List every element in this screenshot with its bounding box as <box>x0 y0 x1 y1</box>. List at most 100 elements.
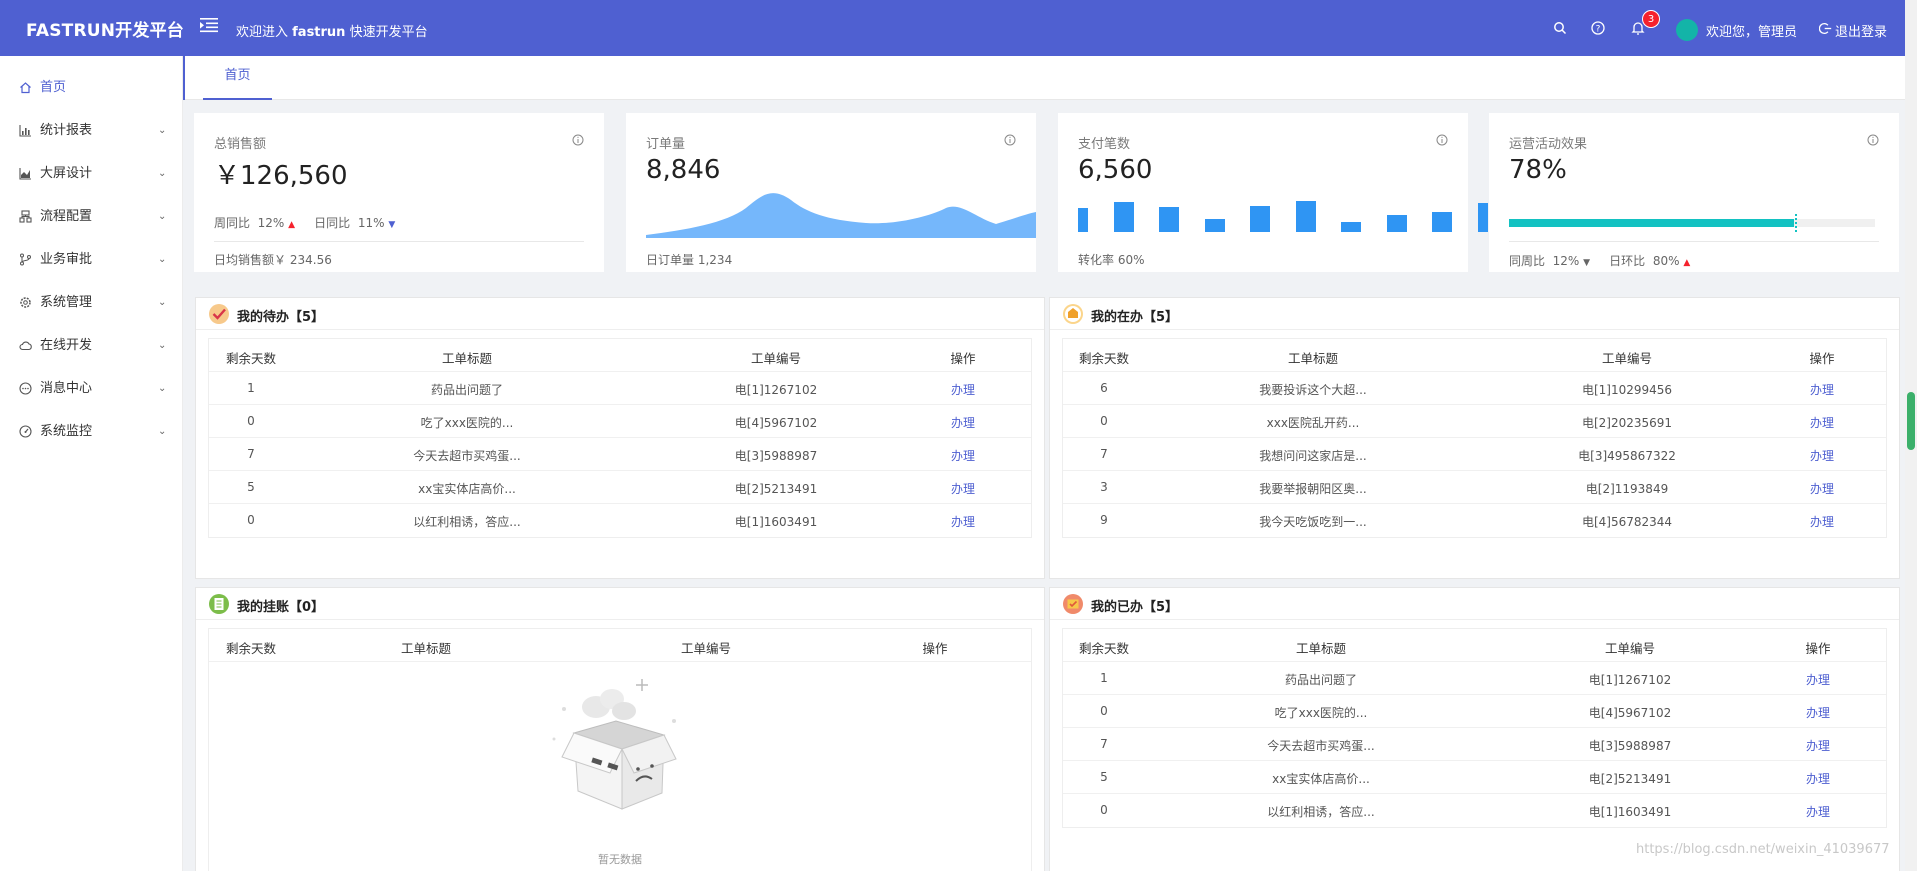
col-header: 剩余天数 <box>225 351 277 366</box>
info-icon[interactable] <box>1867 134 1879 146</box>
user-greeting[interactable]: 欢迎您，管理员 <box>1706 21 1797 40</box>
days-cell: 3 <box>1100 480 1108 494</box>
title-cell: xx宝实体店高价... <box>418 482 516 496</box>
handle-link[interactable]: 办理 <box>1806 803 1830 820</box>
days-cell: 1 <box>247 381 255 395</box>
col-header: 剩余天数 <box>1078 351 1130 366</box>
title-cell: xx宝实体店高价... <box>1272 772 1370 786</box>
handle-link[interactable]: 办理 <box>1806 671 1830 688</box>
sidebar-item-label: 统计报表 <box>40 123 93 138</box>
sidebar-item-monitor[interactable]: 系统监控 ⌄ <box>0 410 182 453</box>
code-cell: 电[1]1267102 <box>1588 673 1672 687</box>
days-cell: 7 <box>247 447 255 461</box>
orders-area-chart <box>646 193 1036 238</box>
code-cell: 电[4]5967102 <box>1588 706 1672 720</box>
tab-bar: 首页 <box>183 56 1905 100</box>
title-cell: 以红利相诱，答应... <box>413 515 521 529</box>
col-header: 剩余天数 <box>225 641 277 656</box>
days-cell: 0 <box>1100 704 1108 718</box>
chevron-down-icon: ⌄ <box>158 254 167 265</box>
wow-value: 12% <box>257 216 285 230</box>
days-cell: 7 <box>1100 447 1108 461</box>
help-icon[interactable]: ? <box>1590 20 1606 36</box>
handle-link[interactable]: 办理 <box>951 480 975 497</box>
progress-fill <box>1509 219 1795 227</box>
ops-card: 运营活动效果 78% 同周比 12% ▼ 日环比 80% ▲ <box>1489 113 1899 272</box>
title-cell: 吃了xxx医院的... <box>1274 706 1368 720</box>
title-cell: 吃了xxx医院的... <box>420 416 514 430</box>
handle-link[interactable]: 办理 <box>1810 414 1834 431</box>
wow-label: 周同比 <box>214 216 251 230</box>
main-content: 首页 总销售额 ￥126,560 周同比 12% ▲ 日同比 11% ▼ 日均销… <box>183 56 1905 871</box>
info-icon[interactable] <box>572 134 584 146</box>
wow-label: 同周比 <box>1509 254 1546 268</box>
handle-link[interactable]: 办理 <box>951 414 975 431</box>
search-icon[interactable] <box>1552 20 1568 36</box>
handle-link[interactable]: 办理 <box>1806 737 1830 754</box>
info-icon[interactable] <box>1436 134 1448 146</box>
title-cell: 今天去超市买鸡蛋... <box>413 449 521 463</box>
col-header: 工单标题 <box>400 641 452 656</box>
chevron-down-icon: ⌄ <box>158 211 167 222</box>
table-row: 5 xx宝实体店高价... 电[2]5213491 办理 <box>1063 761 1886 794</box>
handle-link[interactable]: 办理 <box>951 513 975 530</box>
table-row: 0 吃了xxx医院的... 电[4]5967102 办理 <box>209 405 1031 438</box>
handle-link[interactable]: 办理 <box>1806 704 1830 721</box>
sidebar-item-home[interactable]: 首页 <box>0 66 182 109</box>
handle-link[interactable]: 办理 <box>1806 770 1830 787</box>
done-table: 剩余天数 工单标题 工单编号 操作 1 药品出问题了 电[1]1267102 办理 0… <box>1062 628 1887 828</box>
handle-link[interactable]: 办理 <box>1810 381 1834 398</box>
sidebar-item-online-dev[interactable]: 在线开发 ⌄ <box>0 324 182 367</box>
sidebar-item-messages[interactable]: 消息中心 ⌄ <box>0 367 182 410</box>
area-chart-icon <box>19 168 31 180</box>
scrollbar-thumb[interactable] <box>1907 392 1915 450</box>
card-value: 78% <box>1509 155 1567 185</box>
logout-icon[interactable] <box>1819 22 1832 35</box>
sidebar-item-approval[interactable]: 业务审批 ⌄ <box>0 238 182 281</box>
tab-home[interactable]: 首页 <box>203 56 272 100</box>
handle-link[interactable]: 办理 <box>951 447 975 464</box>
sidebar-item-label: 系统监控 <box>40 424 93 439</box>
panel-header: 我的挂账【0】 <box>196 588 1044 620</box>
table-row: 1 药品出问题了 电[1]1267102 办理 <box>209 372 1031 405</box>
days-cell: 0 <box>1100 803 1108 817</box>
card-title: 运营活动效果 <box>1509 137 1588 152</box>
branch-icon <box>20 253 31 266</box>
table-row: 0 以红利相诱，答应... 电[1]1603491 办理 <box>1063 794 1886 827</box>
col-header: 操作 <box>922 641 948 656</box>
handle-link[interactable]: 办理 <box>1810 513 1834 530</box>
title-cell: 我想问问这家店是... <box>1259 449 1367 463</box>
sidebar-item-flow-config[interactable]: 流程配置 ⌄ <box>0 195 182 238</box>
sidebar-item-label: 在线开发 <box>40 338 93 353</box>
code-cell: 电[2]5213491 <box>734 482 818 496</box>
sidebar-item-label: 大屏设计 <box>40 166 93 181</box>
menu-toggle-icon[interactable] <box>200 17 218 33</box>
handle-link[interactable]: 办理 <box>1810 480 1834 497</box>
handle-link[interactable]: 办理 <box>951 381 975 398</box>
ledger-icon <box>209 594 229 614</box>
table-header: 剩余天数 工单标题 工单编号 操作 <box>209 629 1031 662</box>
dashboard-icon <box>19 425 32 438</box>
sidebar-item-screen-design[interactable]: 大屏设计 ⌄ <box>0 152 182 195</box>
days-cell: 5 <box>1100 770 1108 784</box>
cloud-icon <box>19 341 32 351</box>
app-brand[interactable]: FASTRUN开发平台 <box>26 0 184 56</box>
avatar[interactable] <box>1676 19 1698 41</box>
days-cell: 0 <box>247 414 255 428</box>
table-header: 剩余天数 工单标题 工单编号 操作 <box>1063 629 1886 662</box>
sidebar-item-system[interactable]: 系统管理 ⌄ <box>0 281 182 324</box>
flow-icon <box>19 210 32 223</box>
progress-track <box>1509 219 1875 227</box>
home-icon <box>20 82 31 94</box>
days-cell: 7 <box>1100 737 1108 751</box>
footer-label: 日均销售额￥ <box>214 253 287 267</box>
logout-button[interactable]: 退出登录 <box>1835 21 1887 40</box>
sidebar-item-reports[interactable]: 统计报表 ⌄ <box>0 109 182 152</box>
table-row: 6 我要投诉这个大超... 电[1]10299456 办理 <box>1063 372 1886 405</box>
col-header: 工单编号 <box>1604 641 1656 656</box>
info-icon[interactable] <box>1004 134 1016 146</box>
table-row: 7 我想问问这家店是... 电[3]495867322 办理 <box>1063 438 1886 471</box>
code-cell: 电[3]495867322 <box>1578 449 1676 463</box>
handle-link[interactable]: 办理 <box>1810 447 1834 464</box>
empty-box-illustration <box>552 679 677 810</box>
